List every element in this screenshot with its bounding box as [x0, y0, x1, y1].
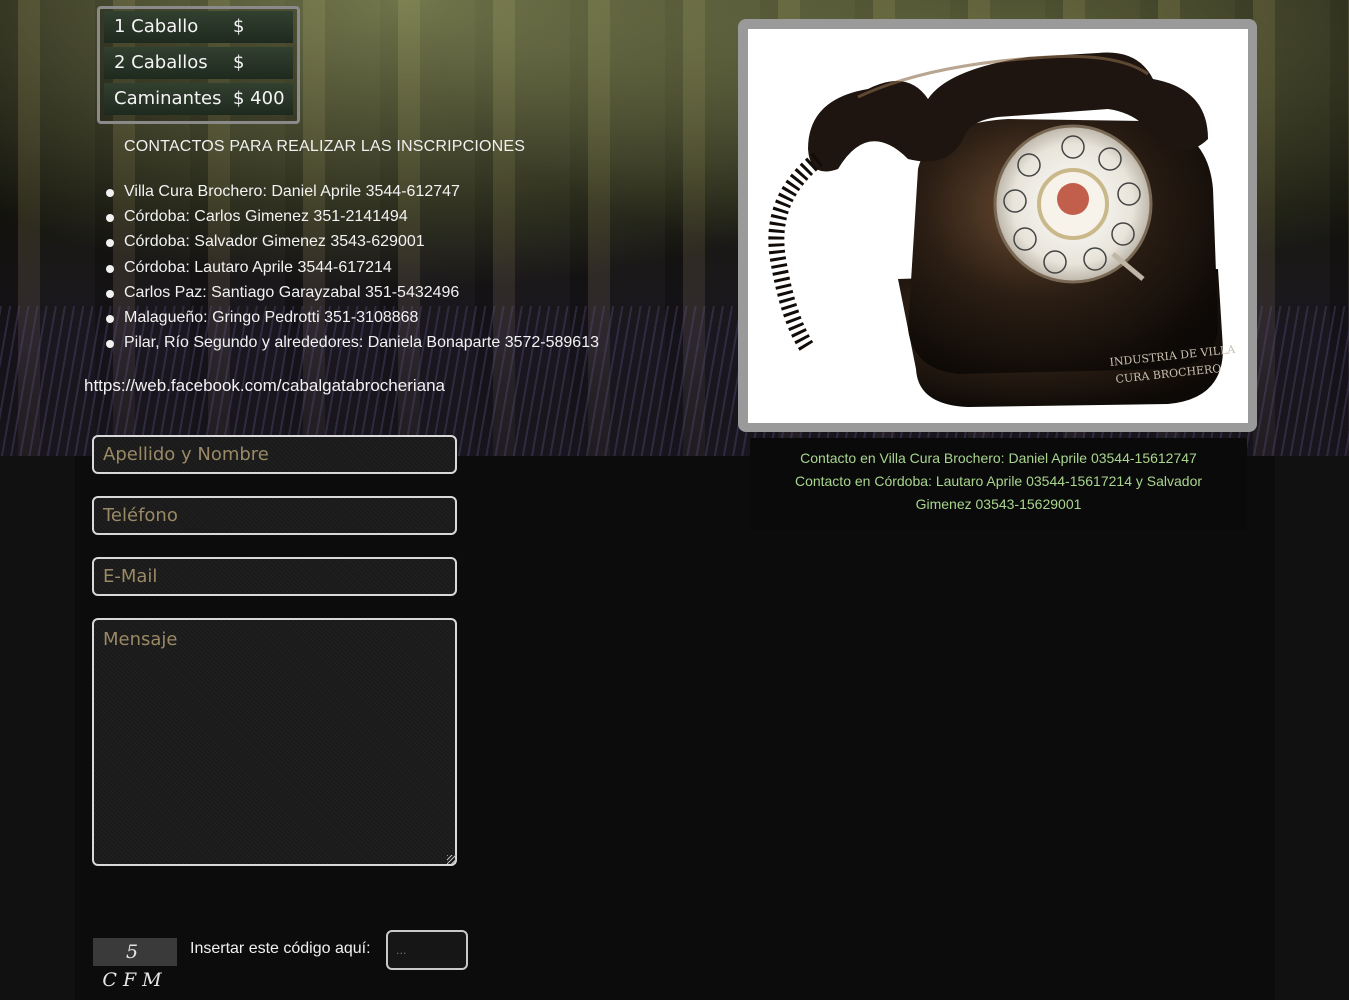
- list-item: Malagueño: Gringo Pedrotti 351-3108868: [104, 308, 599, 333]
- list-item: Córdoba: Lautaro Aprile 3544-617214: [104, 258, 599, 283]
- price-table: 1 Caballo $ 1000 2 Caballos $ 1500 Camin…: [97, 6, 300, 124]
- bullet-icon: [106, 239, 114, 248]
- contacts-list: Villa Cura Brochero: Daniel Aprile 3544-…: [104, 182, 599, 358]
- price-name: 1 Caballo: [114, 16, 199, 37]
- contact-text: Córdoba: Carlos Gimenez 351-2141494: [124, 208, 408, 226]
- price-name: 2 Caballos: [114, 52, 208, 73]
- facebook-link[interactable]: https://web.facebook.com/cabalgatabroche…: [84, 376, 445, 396]
- captcha-label: Insertar este código aquí:: [190, 940, 371, 957]
- name-field[interactable]: [92, 435, 457, 474]
- list-item: Carlos Paz: Santiago Garayzabal 351-5432…: [104, 283, 599, 308]
- contact-text: Villa Cura Brochero: Daniel Aprile 3544-…: [124, 183, 460, 200]
- caption-line: Contacto en Villa Cura Brochero: Daniel …: [800, 450, 1197, 466]
- captcha-image: 5 CFM: [93, 938, 177, 991]
- list-item: Pilar, Río Segundo y alrededores: Daniel…: [104, 333, 599, 358]
- price-row: Caminantes $ 400: [104, 83, 293, 115]
- captcha-input[interactable]: [386, 930, 468, 970]
- caption-line: Gimenez 03543-15629001: [915, 496, 1082, 512]
- resize-handle-icon[interactable]: [447, 855, 456, 864]
- price-name: Caminantes: [114, 88, 222, 109]
- contact-caption: Contacto en Villa Cura Brochero: Daniel …: [750, 438, 1247, 530]
- bullet-icon: [106, 289, 114, 298]
- bullet-icon: [106, 264, 114, 273]
- bullet-icon: [106, 189, 114, 197]
- bullet-icon: [106, 314, 114, 323]
- contact-text: Carlos Paz: Santiago Garayzabal 351-5432…: [124, 283, 460, 301]
- bullet-icon: [106, 340, 114, 349]
- list-item: Córdoba: Carlos Gimenez 351-2141494: [104, 207, 599, 232]
- list-item: Villa Cura Brochero: Daniel Aprile 3544-…: [104, 182, 599, 207]
- bullet-icon: [106, 214, 114, 223]
- telephone-photo: INDUSTRIA DE VILLA CURA BROCHERO: [748, 29, 1248, 423]
- email-field[interactable]: [92, 557, 457, 596]
- contacts-heading: CONTACTOS PARA REALIZAR LAS INSCRIPCIONE…: [124, 138, 526, 155]
- contact-text: Córdoba: Salvador Gimenez 3543-629001: [124, 233, 425, 251]
- price-value: $ 400: [233, 88, 285, 109]
- contact-text: Córdoba: Lautaro Aprile 3544-617214: [124, 258, 392, 276]
- list-item: Córdoba: Salvador Gimenez 3543-629001: [104, 232, 599, 257]
- message-field[interactable]: [92, 618, 457, 866]
- price-row: 2 Caballos $ 1500: [104, 47, 293, 105]
- telephone-illustration: INDUSTRIA DE VILLA CURA BROCHERO: [768, 52, 1237, 407]
- photo-frame: INDUSTRIA DE VILLA CURA BROCHERO: [738, 19, 1257, 432]
- contact-text: Malagueño: Gringo Pedrotti 351-3108868: [124, 308, 419, 326]
- price-row: 1 Caballo $ 1000: [104, 11, 293, 69]
- caption-line: Contacto en Córdoba: Lautaro Aprile 0354…: [794, 473, 1203, 489]
- phone-field[interactable]: [92, 496, 457, 535]
- contact-text: Pilar, Río Segundo y alrededores: Daniel…: [124, 334, 599, 352]
